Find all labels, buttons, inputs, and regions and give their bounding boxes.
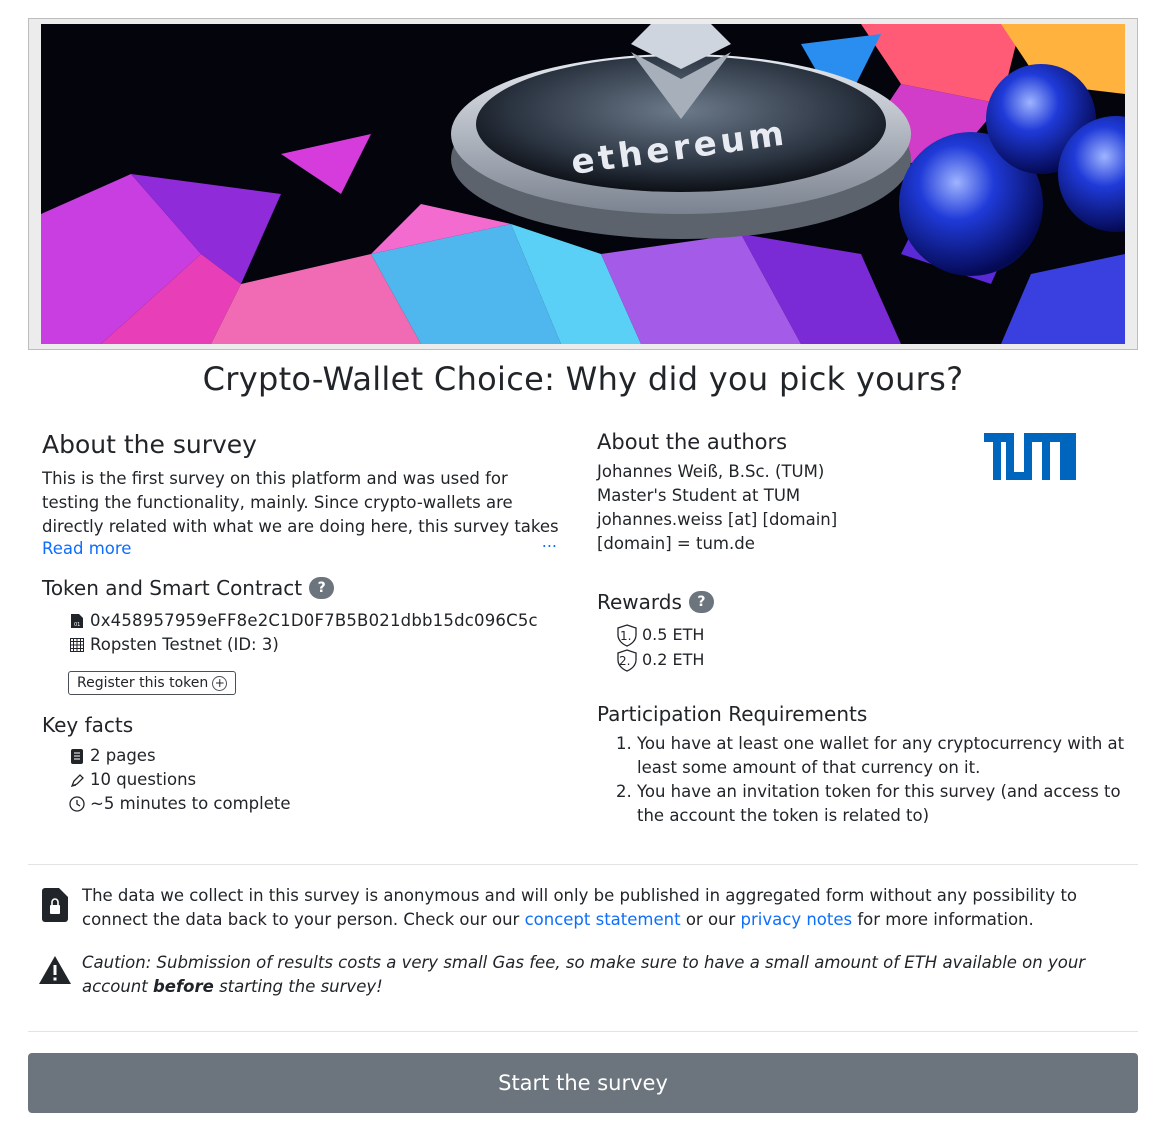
- shield-icon: 1.: [615, 623, 639, 647]
- key-facts-heading: Key facts: [42, 713, 134, 737]
- requirements-list: You have at least one wallet for any cry…: [597, 732, 1127, 828]
- token-address[interactable]: 0x458957959eFF8e2C1D0F7B5B021dbb15dc096C…: [90, 609, 538, 633]
- fact-questions: 10 questions: [68, 768, 567, 792]
- privacy-notes-link[interactable]: privacy notes: [741, 910, 853, 929]
- svg-text:01: 01: [74, 622, 80, 628]
- shield-icon: 2.: [615, 648, 639, 672]
- right-column: About the authors Johannes Weiß, B.Sc. (…: [597, 430, 1127, 828]
- privacy-text-3: for more information.: [852, 910, 1034, 929]
- register-token-label: Register this token: [77, 675, 209, 691]
- caution-text: Caution: Submission of results costs a v…: [82, 951, 1133, 999]
- svg-text:2.: 2.: [619, 654, 630, 668]
- lock-file-icon: [38, 884, 72, 932]
- requirement-item: You have an invitation token for this su…: [637, 780, 1127, 828]
- caution-note: Caution: Submission of results costs a v…: [38, 951, 1133, 999]
- token-help-badge[interactable]: ?: [309, 577, 335, 599]
- rewards-heading-text: Rewards: [597, 590, 682, 614]
- survey-banner: ethereum: [28, 18, 1138, 350]
- svg-text:1.: 1.: [620, 629, 631, 643]
- divider: [28, 1031, 1138, 1032]
- fact-duration-text: ~5 minutes to complete: [90, 794, 291, 813]
- banner-image: ethereum: [41, 24, 1125, 344]
- description-ellipsis: ...: [541, 532, 557, 551]
- plus-circle-icon: +: [212, 675, 228, 691]
- token-network-line: Ropsten Testnet (ID: 3): [68, 633, 567, 657]
- divider: [28, 864, 1138, 865]
- fact-questions-text: 10 questions: [90, 770, 197, 789]
- survey-description: This is the first survey on this platfor…: [42, 467, 567, 539]
- start-survey-button[interactable]: Start the survey: [28, 1053, 1138, 1113]
- tum-logo: [984, 433, 1076, 487]
- binary-file-icon: 01: [68, 612, 86, 630]
- warning-icon: [38, 951, 72, 999]
- grid-icon: [68, 636, 86, 654]
- about-survey-heading: About the survey: [42, 430, 257, 459]
- author-role: Master's Student at TUM: [597, 486, 801, 505]
- rewards-heading: Rewards ?: [597, 590, 1127, 614]
- left-column: About the survey This is the first surve…: [42, 430, 567, 816]
- caution-label: Caution: [82, 953, 146, 972]
- author-domain: [domain] = tum.de: [597, 534, 755, 553]
- caution-text-2: starting the survey!: [213, 977, 383, 996]
- privacy-note: The data we collect in this survey is an…: [38, 884, 1133, 932]
- token-heading: Token and Smart Contract ?: [42, 576, 567, 600]
- author-email: johannes.weiss [at] [domain]: [597, 510, 838, 529]
- fact-pages: 2 pages: [68, 744, 567, 768]
- reward-item-1: 1. 0.5 ETH: [615, 622, 1127, 647]
- fact-pages-text: 2 pages: [90, 746, 156, 765]
- register-token-button[interactable]: Register this token +: [68, 671, 237, 695]
- reward-amount-1: 0.5 ETH: [642, 625, 705, 644]
- rewards-help-badge[interactable]: ?: [688, 591, 714, 613]
- fact-duration: ~5 minutes to complete: [68, 792, 567, 816]
- concept-statement-link[interactable]: concept statement: [525, 910, 681, 929]
- requirements-heading: Participation Requirements: [597, 702, 868, 726]
- privacy-text-2: or our: [680, 910, 741, 929]
- token-network: Ropsten Testnet (ID: 3): [90, 635, 279, 654]
- ethereum-coin-image: ethereum: [41, 24, 1125, 344]
- document-icon: [68, 747, 86, 765]
- privacy-text: The data we collect in this survey is an…: [82, 884, 1133, 932]
- token-address-line: 01 0x458957959eFF8e2C1D0F7B5B021dbb15dc0…: [68, 609, 567, 633]
- read-more-link[interactable]: Read more: [42, 539, 567, 558]
- caution-bold: before: [152, 977, 214, 996]
- token-heading-text: Token and Smart Contract: [42, 576, 303, 600]
- pen-icon: [68, 771, 86, 789]
- page-title: Crypto-Wallet Choice: Why did you pick y…: [202, 360, 964, 398]
- clock-icon: [68, 795, 86, 813]
- reward-item-2: 2. 0.2 ETH: [615, 647, 1127, 672]
- reward-amount-2: 0.2 ETH: [642, 650, 705, 669]
- survey-description-text: This is the first survey on this platfor…: [42, 469, 559, 536]
- requirement-item: You have at least one wallet for any cry…: [637, 732, 1127, 780]
